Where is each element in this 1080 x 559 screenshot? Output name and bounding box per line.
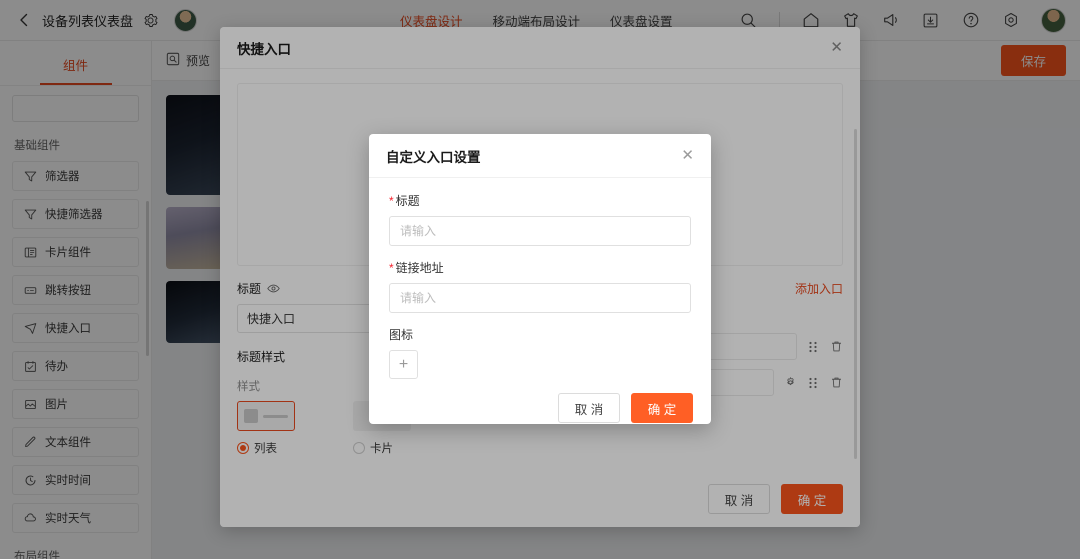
- inner-modal-title: 自定义入口设置: [386, 149, 481, 165]
- inner-modal-footer: 取 消 确 定: [369, 379, 711, 424]
- close-icon[interactable]: ✕: [681, 148, 694, 163]
- inner-field-title-label: * 标题: [389, 192, 691, 209]
- inner-modal-header: 自定义入口设置 ✕: [369, 134, 711, 178]
- label-text: 标题: [395, 194, 420, 208]
- inner-cancel-button[interactable]: 取 消: [558, 393, 620, 423]
- inner-field-link-label: * 链接地址: [389, 259, 691, 276]
- inner-link-input[interactable]: [389, 283, 691, 313]
- inner-title-input[interactable]: [389, 216, 691, 246]
- inner-field-icon: 图标 +: [389, 326, 691, 379]
- inner-modal-body: *标题 *链接地址 图标 +: [369, 178, 711, 379]
- label-text: 链接地址: [395, 261, 444, 275]
- inner-field-link: * 链接地址: [389, 259, 691, 313]
- inner-field-icon-label: 图标: [389, 328, 414, 342]
- inner-confirm-button[interactable]: 确 定: [631, 393, 693, 423]
- custom-entry-settings-dialog: 自定义入口设置 ✕ *标题 *链接地址 图标 + 取 消 确 定: [369, 134, 711, 424]
- inner-field-title: * 标题: [389, 192, 691, 246]
- required-asterisk: *: [389, 261, 394, 275]
- required-asterisk: *: [389, 194, 394, 208]
- icon-upload-button[interactable]: +: [389, 350, 418, 379]
